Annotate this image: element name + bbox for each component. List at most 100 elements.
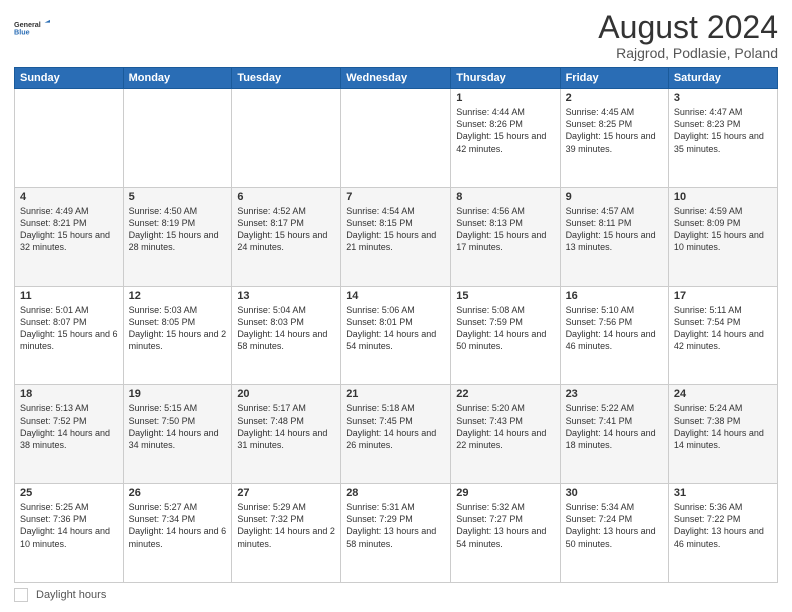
day-number: 29 [456, 487, 554, 499]
calendar-cell: 1 Sunrise: 4:44 AM Sunset: 8:26 PM Daylig… [451, 89, 560, 188]
cell-content: Sunrise: 4:59 AM Sunset: 8:09 PM Dayligh… [674, 205, 772, 254]
subtitle: Rajgrod, Podlasie, Poland [598, 45, 778, 61]
cell-content: Sunrise: 5:08 AM Sunset: 7:59 PM Dayligh… [456, 304, 554, 353]
cell-content: Sunrise: 5:06 AM Sunset: 8:01 PM Dayligh… [346, 304, 445, 353]
calendar-cell: 23 Sunrise: 5:22 AM Sunset: 7:41 PM Dayli… [560, 385, 668, 484]
day-number: 7 [346, 191, 445, 203]
calendar-cell: 19 Sunrise: 5:15 AM Sunset: 7:50 PM Dayli… [123, 385, 232, 484]
cell-content: Sunrise: 5:18 AM Sunset: 7:45 PM Dayligh… [346, 402, 445, 451]
calendar-cell: 6 Sunrise: 4:52 AM Sunset: 8:17 PM Daylig… [232, 187, 341, 286]
calendar-cell: 7 Sunrise: 4:54 AM Sunset: 8:15 PM Daylig… [341, 187, 451, 286]
cell-content: Sunrise: 4:47 AM Sunset: 8:23 PM Dayligh… [674, 106, 772, 155]
cell-content: Sunrise: 5:29 AM Sunset: 7:32 PM Dayligh… [237, 501, 335, 550]
weekday-header-saturday: Saturday [668, 68, 777, 89]
calendar-cell: 26 Sunrise: 5:27 AM Sunset: 7:34 PM Dayli… [123, 484, 232, 583]
day-number: 15 [456, 290, 554, 302]
day-number: 24 [674, 388, 772, 400]
cell-content: Sunrise: 5:03 AM Sunset: 8:05 PM Dayligh… [129, 304, 227, 353]
calendar-cell: 22Sunrise: 5:20 AM Sunset: 7:43 PM Dayli… [451, 385, 560, 484]
calendar-cell: 25 Sunrise: 5:25 AM Sunset: 7:36 PM Dayli… [15, 484, 124, 583]
cell-content: Sunrise: 5:24 AM Sunset: 7:38 PM Dayligh… [674, 402, 772, 451]
cell-content: Sunrise: 4:56 AM Sunset: 8:13 PM Dayligh… [456, 205, 554, 254]
title-block: August 2024 Rajgrod, Podlasie, Poland [598, 10, 778, 61]
cell-content: Sunrise: 5:27 AM Sunset: 7:34 PM Dayligh… [129, 501, 227, 550]
day-number: 30 [566, 487, 663, 499]
calendar-cell: 20Sunrise: 5:17 AM Sunset: 7:48 PM Dayli… [232, 385, 341, 484]
calendar-cell [341, 89, 451, 188]
calendar-cell [123, 89, 232, 188]
day-number: 18 [20, 388, 118, 400]
page: General Blue August 2024 Rajgrod, Podlas… [0, 0, 792, 612]
logo: General Blue [14, 10, 50, 46]
calendar-cell: 9 Sunrise: 4:57 AM Sunset: 8:11 PM Daylig… [560, 187, 668, 286]
day-number: 6 [237, 191, 335, 203]
calendar-cell [232, 89, 341, 188]
weekday-header-thursday: Thursday [451, 68, 560, 89]
day-number: 19 [129, 388, 227, 400]
cell-content: Sunrise: 4:57 AM Sunset: 8:11 PM Dayligh… [566, 205, 663, 254]
day-number: 12 [129, 290, 227, 302]
calendar-cell: 31Sunrise: 5:36 AM Sunset: 7:22 PM Dayli… [668, 484, 777, 583]
calendar-cell: 12 Sunrise: 5:03 AM Sunset: 8:05 PM Dayli… [123, 286, 232, 385]
week-row-4: 18 Sunrise: 5:13 AM Sunset: 7:52 PM Dayli… [15, 385, 778, 484]
main-title: August 2024 [598, 10, 778, 45]
weekday-header-monday: Monday [123, 68, 232, 89]
week-row-1: 1 Sunrise: 4:44 AM Sunset: 8:26 PM Daylig… [15, 89, 778, 188]
weekday-header-tuesday: Tuesday [232, 68, 341, 89]
calendar-cell: 14Sunrise: 5:06 AM Sunset: 8:01 PM Dayli… [341, 286, 451, 385]
cell-content: Sunrise: 5:10 AM Sunset: 7:56 PM Dayligh… [566, 304, 663, 353]
cell-content: Sunrise: 4:44 AM Sunset: 8:26 PM Dayligh… [456, 106, 554, 155]
calendar-cell: 16 Sunrise: 5:10 AM Sunset: 7:56 PM Dayli… [560, 286, 668, 385]
calendar-cell [15, 89, 124, 188]
day-number: 8 [456, 191, 554, 203]
calendar-cell: 18 Sunrise: 5:13 AM Sunset: 7:52 PM Dayli… [15, 385, 124, 484]
calendar-cell: 17Sunrise: 5:11 AM Sunset: 7:54 PM Dayli… [668, 286, 777, 385]
day-number: 2 [566, 92, 663, 104]
day-number: 5 [129, 191, 227, 203]
calendar-cell: 4Sunrise: 4:49 AM Sunset: 8:21 PM Daylig… [15, 187, 124, 286]
svg-text:Blue: Blue [14, 28, 30, 37]
calendar-cell: 5 Sunrise: 4:50 AM Sunset: 8:19 PM Daylig… [123, 187, 232, 286]
cell-content: Sunrise: 4:54 AM Sunset: 8:15 PM Dayligh… [346, 205, 445, 254]
calendar-cell: 11Sunrise: 5:01 AM Sunset: 8:07 PM Dayli… [15, 286, 124, 385]
cell-content: Sunrise: 5:34 AM Sunset: 7:24 PM Dayligh… [566, 501, 663, 550]
cell-content: Sunrise: 4:52 AM Sunset: 8:17 PM Dayligh… [237, 205, 335, 254]
daylight-label: Daylight hours [36, 589, 106, 601]
day-number: 28 [346, 487, 445, 499]
cell-content: Sunrise: 5:22 AM Sunset: 7:41 PM Dayligh… [566, 402, 663, 451]
cell-content: Sunrise: 5:31 AM Sunset: 7:29 PM Dayligh… [346, 501, 445, 550]
cell-content: Sunrise: 5:04 AM Sunset: 8:03 PM Dayligh… [237, 304, 335, 353]
weekday-header-row: SundayMondayTuesdayWednesdayThursdayFrid… [15, 68, 778, 89]
day-number: 4 [20, 191, 118, 203]
cell-content: Sunrise: 5:32 AM Sunset: 7:27 PM Dayligh… [456, 501, 554, 550]
day-number: 21 [346, 388, 445, 400]
weekday-header-friday: Friday [560, 68, 668, 89]
day-number: 11 [20, 290, 118, 302]
day-number: 25 [20, 487, 118, 499]
daylight-box [14, 588, 28, 602]
day-number: 16 [566, 290, 663, 302]
calendar-cell: 27 Sunrise: 5:29 AM Sunset: 7:32 PM Dayli… [232, 484, 341, 583]
week-row-2: 4Sunrise: 4:49 AM Sunset: 8:21 PM Daylig… [15, 187, 778, 286]
day-number: 23 [566, 388, 663, 400]
week-row-5: 25 Sunrise: 5:25 AM Sunset: 7:36 PM Dayli… [15, 484, 778, 583]
day-number: 1 [456, 92, 554, 104]
day-number: 26 [129, 487, 227, 499]
day-number: 10 [674, 191, 772, 203]
logo-svg: General Blue [14, 10, 50, 46]
calendar-cell: 21 Sunrise: 5:18 AM Sunset: 7:45 PM Dayli… [341, 385, 451, 484]
footer: Daylight hours [14, 588, 778, 602]
cell-content: Sunrise: 5:36 AM Sunset: 7:22 PM Dayligh… [674, 501, 772, 550]
cell-content: Sunrise: 4:45 AM Sunset: 8:25 PM Dayligh… [566, 106, 663, 155]
header: General Blue August 2024 Rajgrod, Podlas… [14, 10, 778, 61]
cell-content: Sunrise: 5:20 AM Sunset: 7:43 PM Dayligh… [456, 402, 554, 451]
day-number: 27 [237, 487, 335, 499]
cell-content: Sunrise: 5:25 AM Sunset: 7:36 PM Dayligh… [20, 501, 118, 550]
cell-content: Sunrise: 5:13 AM Sunset: 7:52 PM Dayligh… [20, 402, 118, 451]
day-number: 9 [566, 191, 663, 203]
cell-content: Sunrise: 5:15 AM Sunset: 7:50 PM Dayligh… [129, 402, 227, 451]
cell-content: Sunrise: 4:50 AM Sunset: 8:19 PM Dayligh… [129, 205, 227, 254]
day-number: 3 [674, 92, 772, 104]
calendar-cell: 28 Sunrise: 5:31 AM Sunset: 7:29 PM Dayli… [341, 484, 451, 583]
day-number: 17 [674, 290, 772, 302]
